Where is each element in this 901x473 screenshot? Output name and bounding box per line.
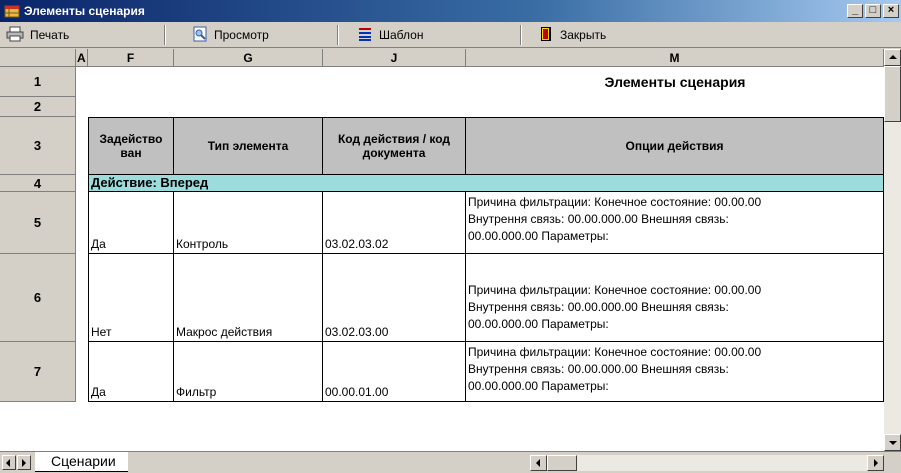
sheet-tab-label: Сценарии <box>51 453 116 469</box>
header-options: Опции действия <box>466 118 884 175</box>
minimize-button[interactable]: _ <box>847 4 863 18</box>
arrow-left-icon <box>6 459 10 467</box>
scroll-left-button[interactable] <box>530 455 547 471</box>
arrow-right-icon <box>874 459 878 467</box>
horizontal-scroll-thumb[interactable] <box>547 455 577 471</box>
group-row-label: Действие: Вперед <box>88 175 884 192</box>
options-line: 00.00.000.00 Параметры: <box>468 317 609 331</box>
print-button[interactable]: Печать <box>6 26 69 44</box>
report-grid[interactable]: A F G J M 1 2 3 4 5 6 7 Элементы сценари… <box>0 49 884 451</box>
horizontal-scrollbar[interactable] <box>530 455 884 471</box>
options-line: Внутрення связь: 00.00.000.00 Внешняя св… <box>468 212 729 226</box>
vertical-scroll-thumb[interactable] <box>884 66 901 122</box>
options-line: Внутрення связь: 00.00.000.00 Внешняя св… <box>468 300 729 314</box>
row-header-1[interactable]: 1 <box>0 67 76 97</box>
spreadsheet-app-icon <box>4 3 20 19</box>
arrow-left-icon <box>536 459 540 467</box>
row-header-2[interactable]: 2 <box>0 97 76 117</box>
options-line: Внутрення связь: 00.00.000.00 Внешняя св… <box>468 362 729 376</box>
column-header-m[interactable]: M <box>466 49 884 67</box>
cell-options: Причина фильтрации: Конечное состояние: … <box>466 192 884 254</box>
row-header-5[interactable]: 5 <box>0 192 76 254</box>
template-icon <box>357 26 373 45</box>
arrow-down-icon <box>889 441 897 445</box>
preview-icon <box>192 26 208 45</box>
close-report-button[interactable]: Закрыть <box>538 26 606 44</box>
sheet-tabs-bar: Сценарии <box>0 451 901 473</box>
arrow-up-icon <box>889 55 897 59</box>
cell-options: Причина фильтрации: Конечное состояние: … <box>466 342 884 402</box>
preview-button[interactable]: Просмотр <box>192 26 269 44</box>
window-title-bar[interactable]: Элементы сценария _ □ × <box>0 0 901 22</box>
row-header-6[interactable]: 6 <box>0 254 76 342</box>
sheet-tab-scenarios[interactable]: Сценарии <box>35 452 128 472</box>
toolbar-separator <box>520 25 522 45</box>
vertical-scrollbar[interactable] <box>884 49 901 451</box>
cell-code: 03.02.03.00 <box>323 254 466 342</box>
toolbar-separator <box>337 25 339 45</box>
print-label: Печать <box>30 28 70 42</box>
cell-used: Да <box>88 342 174 402</box>
header-code: Код действия / код документа <box>323 118 466 175</box>
template-button[interactable]: Шаблон <box>357 26 423 44</box>
scroll-up-button[interactable] <box>884 49 901 66</box>
options-line: 00.00.000.00 Параметры: <box>468 379 609 393</box>
header-used: Задейство ван <box>88 118 174 175</box>
close-icon: × <box>887 4 895 16</box>
toolbar: Печать Просмотр Шаблон Закрыть <box>0 22 901 48</box>
printer-icon <box>6 26 24 45</box>
cell-used: Нет <box>88 254 174 342</box>
prev-sheet-button[interactable] <box>2 455 16 470</box>
column-header-j[interactable]: J <box>323 49 466 67</box>
close-report-label: Закрыть <box>560 28 607 42</box>
cell-code: 03.02.03.02 <box>323 192 466 254</box>
cell-type: Контроль <box>174 192 323 254</box>
row-header-4[interactable]: 4 <box>0 175 76 192</box>
template-label: Шаблон <box>379 28 424 42</box>
preview-label: Просмотр <box>214 28 269 42</box>
select-all-corner[interactable] <box>0 49 76 67</box>
arrow-right-icon <box>22 459 26 467</box>
options-line: Причина фильтрации: Конечное состояние: … <box>468 345 762 359</box>
column-header-f[interactable]: F <box>88 49 174 67</box>
cell-used: Да <box>88 192 174 254</box>
cell-type: Макрос действия <box>174 254 323 342</box>
column-header-a[interactable]: A <box>76 49 88 67</box>
close-window-button[interactable]: × <box>883 4 899 18</box>
minimize-icon: _ <box>851 4 859 16</box>
cell-type: Фильтр <box>174 342 323 402</box>
maximize-button[interactable]: □ <box>865 4 881 18</box>
exit-door-icon <box>538 26 554 45</box>
window-title: Элементы сценария <box>24 4 145 18</box>
options-line: Причина фильтрации: Конечное состояние: … <box>468 195 762 209</box>
cell-code: 00.00.01.00 <box>323 342 466 402</box>
next-sheet-button[interactable] <box>17 455 31 470</box>
report-title: Элементы сценария <box>604 74 746 90</box>
header-type: Тип элемента <box>174 118 323 175</box>
scroll-down-button[interactable] <box>884 434 901 451</box>
scroll-right-button[interactable] <box>867 455 884 471</box>
column-header-g[interactable]: G <box>174 49 323 67</box>
cell-options: Причина фильтрации: Конечное состояние: … <box>466 254 884 342</box>
row-header-3[interactable]: 3 <box>0 117 76 175</box>
toolbar-separator <box>164 25 166 45</box>
maximize-icon: □ <box>869 4 877 16</box>
options-line: 00.00.000.00 Параметры: <box>468 229 609 243</box>
options-line: Причина фильтрации: Конечное состояние: … <box>468 283 762 297</box>
row-header-7[interactable]: 7 <box>0 342 76 402</box>
